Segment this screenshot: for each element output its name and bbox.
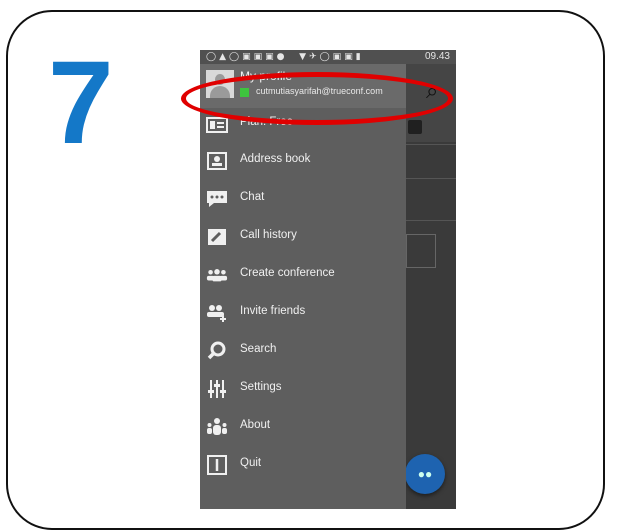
menu-label-settings: Settings [240,381,282,393]
menu-label-create-conference: Create conference [240,267,335,279]
menu-item-invite-friends[interactable]: Invite friends [200,294,406,332]
menu-item-search[interactable]: Search [200,332,406,370]
navigation-drawer: My profile cutmutiasyarifah@trueconf.com… [200,64,406,509]
status-icons: ◯▲◯▣▣▣● ▼✈◯▣▣▮ [206,52,364,62]
chat-icon [206,188,228,210]
status-time: 09.43 [424,51,450,62]
menu-label-invite-friends: Invite friends [240,305,306,317]
menu-label-quit: Quit [240,457,262,469]
quit-icon [206,454,228,476]
status-bar: ◯▲◯▣▣▣● ▼✈◯▣▣▮ 09.43 [200,50,456,64]
conference-icon [206,264,228,286]
new-call-fab-button[interactable]: ●● [405,454,445,494]
menu-item-chat[interactable]: Chat [200,180,406,218]
about-icon [206,416,228,438]
search-icon [206,340,228,362]
profile-highlight-ellipse [181,72,453,125]
menu-label-address-book: Address book [240,153,311,165]
call-history-icon [206,226,228,248]
menu-item-call-history[interactable]: Call history [200,218,406,256]
invite-friends-icon [206,302,228,324]
menu-item-about[interactable]: About [200,408,406,446]
menu-item-create-conference[interactable]: Create conference [200,256,406,294]
menu-label-search: Search [240,343,277,355]
menu-label-about: About [240,419,271,431]
step-number: 7 [48,37,114,169]
settings-icon [206,378,228,400]
people-icon: ●● [417,467,433,481]
menu-item-settings[interactable]: Settings [200,370,406,408]
menu-item-quit[interactable]: Quit [200,446,406,484]
menu-label-chat: Chat [240,191,265,203]
address-book-icon [206,150,228,172]
menu-label-call-history: Call history [240,229,297,241]
menu-item-address-book[interactable]: Address book [200,142,406,180]
